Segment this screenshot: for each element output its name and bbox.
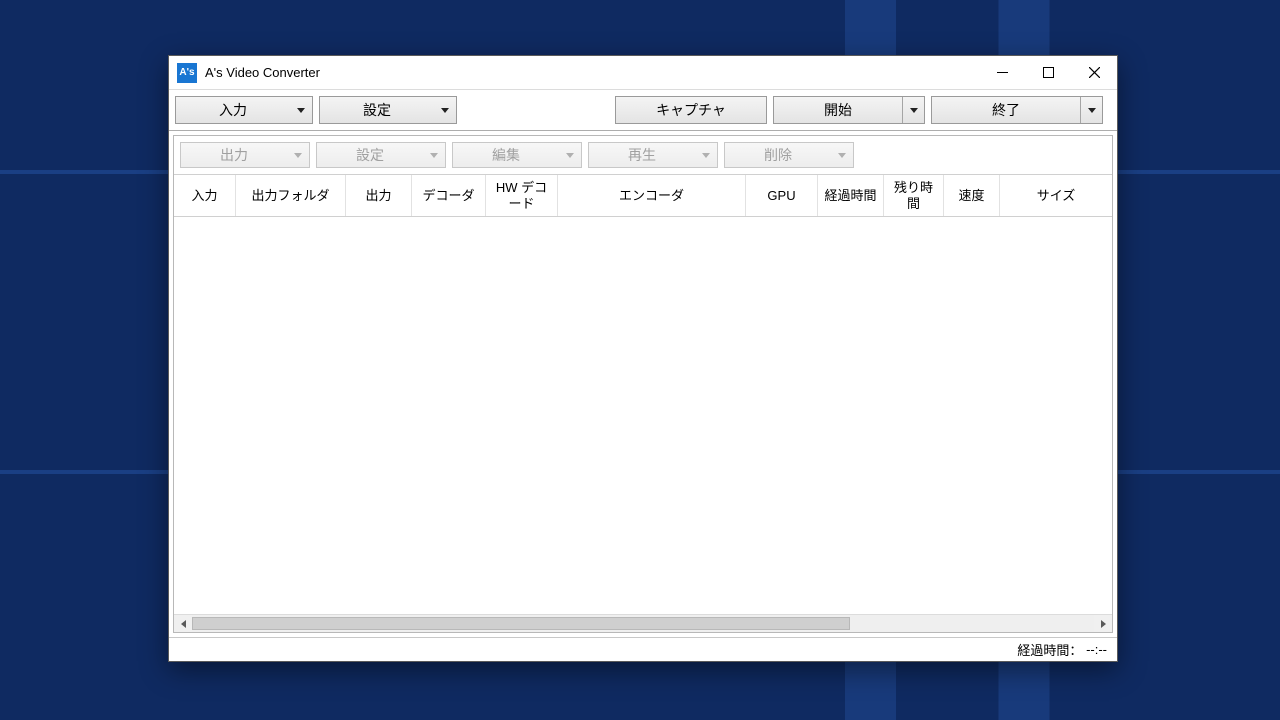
col-hw-decode[interactable]: HW デコード xyxy=(486,175,558,216)
col-encoder[interactable]: エンコーダ xyxy=(558,175,746,216)
exit-button[interactable]: 終了 xyxy=(931,96,1103,124)
content-frame: 出力 設定 編集 再生 削除 入力 出力フォルダ 出 xyxy=(173,135,1113,633)
horizontal-scrollbar[interactable] xyxy=(174,614,1112,632)
col-remaining[interactable]: 残り時間 xyxy=(884,175,944,216)
scroll-left-button[interactable] xyxy=(174,615,192,632)
chevron-down-icon[interactable] xyxy=(902,97,924,123)
maximize-icon xyxy=(1043,67,1054,78)
maximize-button[interactable] xyxy=(1025,56,1071,89)
chevron-down-icon xyxy=(287,143,309,167)
chevron-down-icon[interactable] xyxy=(434,97,456,123)
chevron-down-icon xyxy=(423,143,445,167)
sub-play-label: 再生 xyxy=(589,145,695,165)
status-elapsed-label: 経過時間： xyxy=(1017,640,1082,659)
exit-button-label: 終了 xyxy=(932,100,1080,120)
capture-button[interactable]: キャプチャ xyxy=(615,96,767,124)
table-body xyxy=(174,217,1112,614)
col-speed[interactable]: 速度 xyxy=(944,175,1000,216)
chevron-down-icon xyxy=(695,143,717,167)
chevron-down-icon[interactable] xyxy=(290,97,312,123)
sub-delete-button: 削除 xyxy=(724,142,854,168)
close-icon xyxy=(1089,67,1100,78)
close-button[interactable] xyxy=(1071,56,1117,89)
status-bar: 経過時間： --:-- xyxy=(169,637,1117,661)
col-output-folder[interactable]: 出力フォルダ xyxy=(236,175,346,216)
sub-settings-label: 設定 xyxy=(317,145,423,165)
app-window: A's A's Video Converter 入力 設定 キャプチャ xyxy=(168,55,1118,662)
scroll-thumb[interactable] xyxy=(192,617,850,630)
sub-delete-label: 削除 xyxy=(725,145,831,165)
window-title: A's Video Converter xyxy=(205,65,979,80)
capture-button-label: キャプチャ xyxy=(620,100,762,120)
triangle-right-icon xyxy=(1101,620,1106,628)
table-header: 入力 出力フォルダ 出力 デコーダ HW デコード エンコーダ GPU 経過時間… xyxy=(174,175,1112,217)
minimize-icon xyxy=(997,67,1008,78)
triangle-left-icon xyxy=(181,620,186,628)
chevron-down-icon[interactable] xyxy=(1080,97,1102,123)
col-input[interactable]: 入力 xyxy=(174,175,236,216)
start-button[interactable]: 開始 xyxy=(773,96,925,124)
col-size[interactable]: サイズ xyxy=(1000,175,1112,216)
sub-settings-button: 設定 xyxy=(316,142,446,168)
toolbar-spacer xyxy=(463,96,609,124)
settings-button-label: 設定 xyxy=(320,100,434,120)
chevron-down-icon xyxy=(559,143,581,167)
scroll-right-button[interactable] xyxy=(1094,615,1112,632)
status-elapsed-value: --:-- xyxy=(1086,642,1107,657)
settings-button[interactable]: 設定 xyxy=(319,96,457,124)
col-decoder[interactable]: デコーダ xyxy=(412,175,486,216)
sub-toolbar: 出力 設定 編集 再生 削除 xyxy=(174,136,1112,175)
sub-output-label: 出力 xyxy=(181,145,287,165)
sub-play-button: 再生 xyxy=(588,142,718,168)
app-icon: A's xyxy=(177,63,197,83)
input-button[interactable]: 入力 xyxy=(175,96,313,124)
chevron-down-icon xyxy=(831,143,853,167)
sub-output-button: 出力 xyxy=(180,142,310,168)
col-gpu[interactable]: GPU xyxy=(746,175,818,216)
titlebar: A's A's Video Converter xyxy=(169,56,1117,90)
sub-edit-label: 編集 xyxy=(453,145,559,165)
start-button-label: 開始 xyxy=(774,100,902,120)
col-elapsed[interactable]: 経過時間 xyxy=(818,175,884,216)
main-toolbar: 入力 設定 キャプチャ 開始 終了 xyxy=(169,90,1117,131)
col-output[interactable]: 出力 xyxy=(346,175,412,216)
window-controls xyxy=(979,56,1117,89)
minimize-button[interactable] xyxy=(979,56,1025,89)
scroll-track[interactable] xyxy=(192,615,1094,632)
input-button-label: 入力 xyxy=(176,100,290,120)
sub-edit-button: 編集 xyxy=(452,142,582,168)
